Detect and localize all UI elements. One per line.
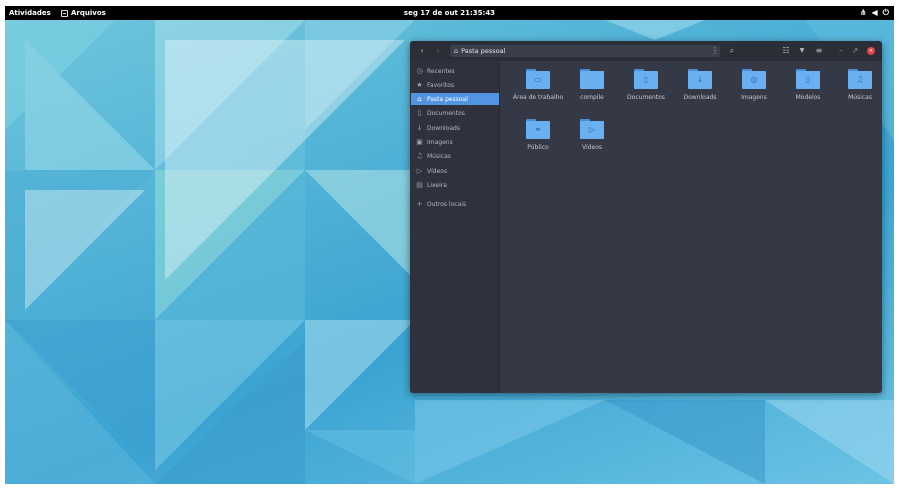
sidebar-item-outros-locais[interactable]: + Outros locais <box>411 198 499 210</box>
file-item-videos[interactable]: ▷ Vídeos <box>566 119 618 152</box>
volume-icon[interactable]: ◀ <box>872 6 878 20</box>
sidebar-item-label: Músicas <box>427 152 451 160</box>
forward-button[interactable]: › <box>432 41 444 61</box>
network-icon[interactable]: ⋔ <box>860 6 867 20</box>
sidebar-item-imagens[interactable]: ▣ Imagens <box>411 136 499 148</box>
documents-folder-icon: ▯ <box>634 69 658 89</box>
home-icon: ⌂ <box>454 47 459 55</box>
templates-folder-icon: ▯ <box>796 69 820 89</box>
file-item-compile[interactable]: compile <box>566 69 618 102</box>
sidebar-item-videos[interactable]: ▷ Vídeos <box>411 165 499 177</box>
system-tray[interactable]: ⋔ ◀ ⏻ <box>860 6 889 20</box>
header-bar[interactable]: ‹ › ⌂ Pasta pessoal ⋮ ⌕ ☷ ▼ ≡ – ↗ ✕ <box>410 41 882 61</box>
sidebar: ◷ Recentes ★ Favoritos ⌂ Pasta pessoal ▯… <box>410 61 500 393</box>
clock-icon: ◷ <box>416 67 423 75</box>
file-item-musicas[interactable]: ♫ Músicas <box>834 69 882 102</box>
video-icon: ▷ <box>416 167 423 175</box>
home-icon: ⌂ <box>417 95 422 103</box>
folder-icon <box>580 69 604 89</box>
power-icon[interactable]: ⏻ <box>883 6 889 20</box>
list-view-icon[interactable]: ☷ <box>780 41 792 61</box>
file-label: Vídeos <box>581 144 603 151</box>
search-icon[interactable]: ⌕ <box>726 41 738 61</box>
sidebar-item-label: Imagens <box>427 138 453 146</box>
sidebar-item-downloads[interactable]: ↓ Downloads <box>411 122 499 134</box>
sidebar-item-label: Pasta pessoal <box>427 95 468 103</box>
desktop-folder-icon: ▭ <box>526 69 550 89</box>
file-label: compile <box>580 94 604 101</box>
top-bar: Atividades Arquivos seg 17 de out 21:35:… <box>5 6 894 20</box>
star-icon: ★ <box>416 81 423 89</box>
public-folder-icon: ⚭ <box>526 119 550 139</box>
music-folder-icon: ♫ <box>848 69 872 89</box>
sidebar-item-label: Documentos <box>427 109 465 117</box>
image-icon: ▣ <box>416 138 423 146</box>
minimize-icon[interactable]: – <box>836 41 846 61</box>
file-item-documentos[interactable]: ▯ Documentos <box>620 69 672 102</box>
sidebar-item-recentes[interactable]: ◷ Recentes <box>411 65 499 77</box>
trash-icon: ▤ <box>416 181 423 189</box>
sidebar-item-label: Downloads <box>427 124 460 132</box>
sidebar-item-label: Outros locais <box>427 200 467 208</box>
downloads-folder-icon: ↓ <box>688 69 712 89</box>
sidebar-item-label: Favoritos <box>427 81 455 89</box>
document-icon: ▯ <box>417 109 422 117</box>
file-label: Modelos <box>795 94 821 101</box>
file-item-modelos[interactable]: ▯ Modelos <box>782 69 834 102</box>
file-item-area-de-trabalho[interactable]: ▭ Área de trabalho <box>512 69 564 102</box>
file-item-publico[interactable]: ⚭ Público <box>512 119 564 152</box>
file-label: Downloads <box>683 94 717 101</box>
pictures-folder-icon: ◎ <box>742 69 766 89</box>
file-label: Documentos <box>627 94 665 101</box>
sidebar-item-label: Vídeos <box>427 167 448 175</box>
file-item-downloads[interactable]: ↓ Downloads <box>674 69 726 102</box>
file-grid: ▭ Área de trabalho compile ▯ Documentos … <box>500 61 882 393</box>
sidebar-item-pasta-pessoal[interactable]: ⌂ Pasta pessoal <box>411 93 499 105</box>
file-manager-window[interactable]: ‹ › ⌂ Pasta pessoal ⋮ ⌕ ☷ ▼ ≡ – ↗ ✕ ◷ Re… <box>410 41 882 393</box>
file-label: Público <box>527 144 549 151</box>
sidebar-item-label: Recentes <box>427 67 455 75</box>
close-icon[interactable]: ✕ <box>867 47 875 55</box>
path-menu-button[interactable]: ⋮ <box>710 41 720 61</box>
sidebar-item-label: Lixeira <box>427 181 447 189</box>
file-item-imagens[interactable]: ◎ Imagens <box>728 69 780 102</box>
file-label: Músicas <box>848 94 872 101</box>
file-label: Imagens <box>741 94 767 101</box>
music-icon: ♫ <box>416 152 423 160</box>
sidebar-item-documentos[interactable]: ▯ Documentos <box>411 107 499 119</box>
videos-folder-icon: ▷ <box>580 119 604 139</box>
back-button[interactable]: ‹ <box>416 41 428 61</box>
sidebar-item-lixeira[interactable]: ▤ Lixeira <box>411 179 499 191</box>
clock[interactable]: seg 17 de out 21:35:43 <box>5 6 894 20</box>
hamburger-menu-icon[interactable]: ≡ <box>813 41 825 61</box>
path-label[interactable]: Pasta pessoal <box>461 47 505 55</box>
file-label: Área de trabalho <box>512 94 564 101</box>
download-icon: ↓ <box>416 124 423 132</box>
path-bar[interactable]: ⌂ Pasta pessoal <box>450 45 720 57</box>
maximize-icon[interactable]: ↗ <box>850 41 860 61</box>
plus-icon: + <box>416 200 423 208</box>
sidebar-item-musicas[interactable]: ♫ Músicas <box>411 150 499 162</box>
view-options-chevron-icon[interactable]: ▼ <box>796 41 808 61</box>
sidebar-item-favoritos[interactable]: ★ Favoritos <box>411 79 499 91</box>
